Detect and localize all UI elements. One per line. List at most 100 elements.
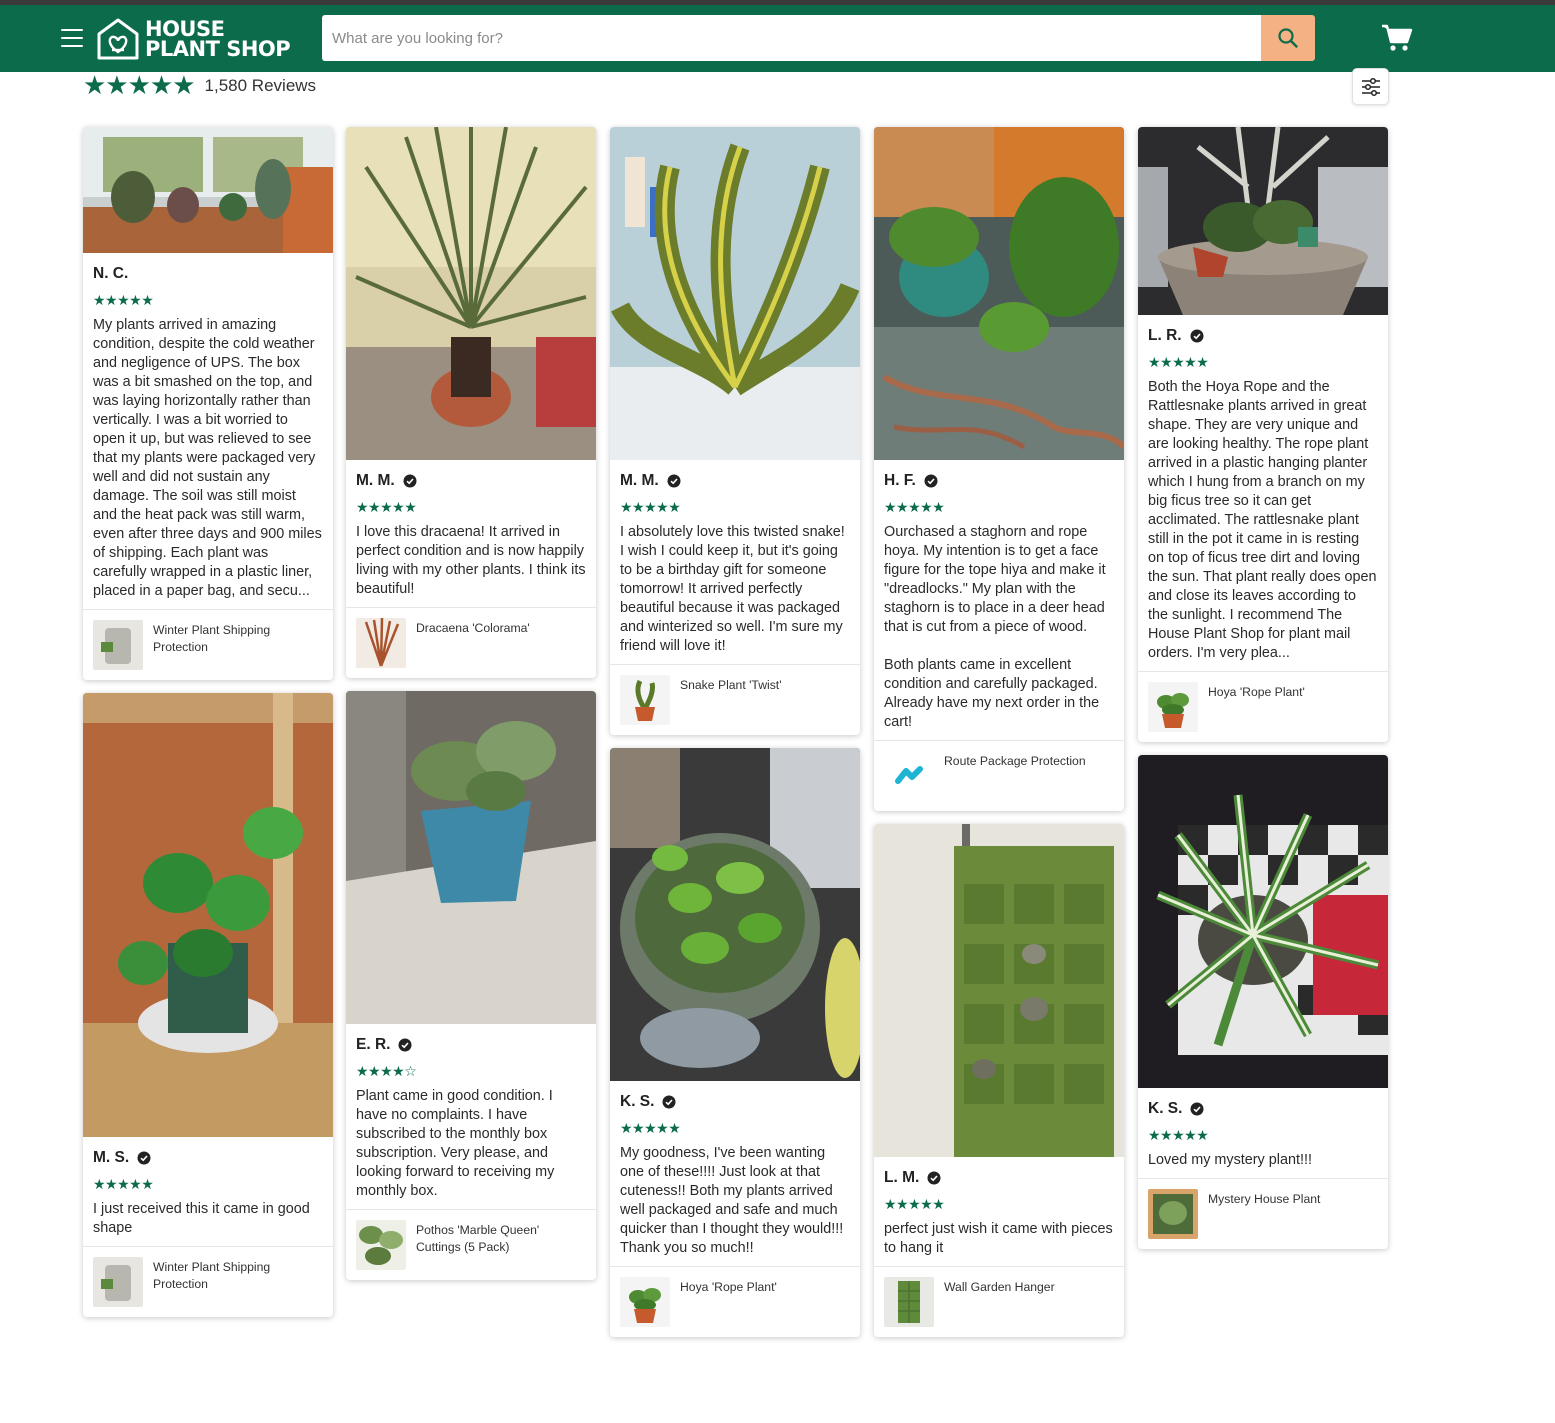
review-text: perfect just wish it came with pieces to… [884, 1221, 1113, 1256]
review-photo[interactable] [874, 824, 1124, 1157]
reviewer-name: K. S. [620, 1091, 850, 1113]
reviews-summary: ★★★★★ 1,580 Reviews [83, 73, 316, 99]
reviewed-product-link[interactable]: Winter Plant Shipping Protection [83, 1246, 333, 1317]
review-text: My plants arrived in amazing condition, … [93, 317, 322, 599]
product-name: Route Package Protection [944, 754, 1086, 768]
review-card: H. F. ★★★★★ Ourchased a staghorn and rop… [874, 127, 1124, 811]
review-photo[interactable] [1138, 127, 1388, 315]
review-card: K. S. ★★★★★ Loved my mystery plant!!! My… [1138, 755, 1388, 1249]
product-thumbnail [356, 618, 406, 668]
product-name: Hoya 'Rope Plant' [1208, 685, 1305, 699]
verified-icon [1190, 329, 1204, 343]
product-name: Snake Plant 'Twist' [680, 678, 782, 692]
review-text: Both the Hoya Rope and the Rattlesnake p… [1148, 379, 1377, 661]
verified-icon [927, 1171, 941, 1185]
site-logo[interactable]: HOUSE PLANT SHOP [95, 14, 291, 64]
route-logo-icon [884, 751, 934, 801]
reviewed-product-link[interactable]: Mystery House Plant [1138, 1178, 1388, 1249]
review-text: Ourchased a staghorn and rope hoya. My i… [884, 524, 1106, 730]
review-card: M. S. ★★★★★ I just received this it came… [83, 693, 333, 1317]
review-photo[interactable] [83, 127, 333, 253]
product-name: Winter Plant Shipping Protection [153, 623, 271, 654]
product-thumbnail [620, 1277, 670, 1327]
product-name: Wall Garden Hanger [944, 1280, 1055, 1294]
reviewed-product-link[interactable]: Dracaena 'Colorama' [346, 607, 596, 678]
site-header: HOUSE PLANT SHOP [0, 5, 1555, 72]
menu-icon[interactable] [61, 29, 83, 47]
search-icon [1278, 28, 1298, 48]
filter-button[interactable] [1352, 68, 1389, 105]
search-input[interactable] [322, 15, 1261, 61]
review-card: M. M. ★★★★★ I love this dracaena! It arr… [346, 127, 596, 678]
verified-icon [398, 1038, 412, 1052]
product-thumbnail [93, 620, 143, 670]
review-card: N. C. ★★★★★ My plants arrived in amazing… [83, 127, 333, 680]
reviewed-product-link[interactable]: Hoya 'Rope Plant' [610, 1266, 860, 1337]
reviewer-name: M. M. [620, 470, 850, 492]
review-stars: ★★★★★ [1148, 355, 1209, 371]
review-count: 1,580 Reviews [204, 76, 317, 95]
product-name: Pothos 'Marble Queen' Cuttings (5 Pack) [416, 1223, 540, 1254]
review-text: Loved my mystery plant!!! [1148, 1152, 1312, 1168]
logo-line-2: PLANT SHOP [145, 37, 291, 61]
review-stars: ★★★★★ [620, 1121, 681, 1137]
review-card: E. R. ★★★★☆ Plant came in good condition… [346, 691, 596, 1280]
reviews-column-2: M. M. ★★★★★ I love this dracaena! It arr… [346, 127, 596, 1293]
review-stars: ★★★★★ [1148, 1128, 1209, 1144]
reviewed-product-link[interactable]: Pothos 'Marble Queen' Cuttings (5 Pack) [346, 1209, 596, 1280]
review-text: I just received this it came in good sha… [93, 1201, 310, 1236]
verified-icon [924, 474, 938, 488]
review-stars: ★★★★★ [884, 500, 945, 516]
search-bar [322, 15, 1315, 61]
review-photo[interactable] [346, 127, 596, 460]
reviewer-name: H. F. [884, 470, 1114, 492]
product-thumbnail [93, 1257, 143, 1307]
reviewed-product-link[interactable]: Winter Plant Shipping Protection [83, 609, 333, 680]
reviewed-product-link[interactable]: Route Package Protection [874, 740, 1124, 811]
review-text: My goodness, I've been wanting one of th… [620, 1145, 844, 1256]
logo-text: HOUSE PLANT SHOP [145, 17, 291, 61]
review-stars: ★★★★★ [93, 293, 154, 309]
reviewed-product-link[interactable]: Wall Garden Hanger [874, 1266, 1124, 1337]
product-thumbnail [1148, 682, 1198, 732]
reviewed-product-link[interactable]: Hoya 'Rope Plant' [1138, 671, 1388, 742]
review-text: I love this dracaena! It arrived in perf… [356, 524, 586, 597]
review-photo[interactable] [610, 748, 860, 1081]
product-name: Winter Plant Shipping Protection [153, 1260, 271, 1291]
review-photo[interactable] [1138, 755, 1388, 1088]
cart-icon[interactable] [1381, 23, 1413, 53]
product-thumbnail [884, 1277, 934, 1327]
reviewer-name: L. M. [884, 1167, 1114, 1189]
verified-icon [1190, 1102, 1204, 1116]
review-stars: ★★★★★ [93, 1177, 154, 1193]
review-card: K. S. ★★★★★ My goodness, I've been wanti… [610, 748, 860, 1337]
review-card: M. M. ★★★★★ I absolutely love this twist… [610, 127, 860, 735]
average-rating-stars: ★★★★★ [83, 71, 196, 101]
reviews-column-5: L. R. ★★★★★ Both the Hoya Rope and the R… [1138, 127, 1388, 1262]
reviews-column-4: H. F. ★★★★★ Ourchased a staghorn and rop… [874, 127, 1124, 1350]
reviewed-product-link[interactable]: Snake Plant 'Twist' [610, 664, 860, 735]
review-text: Plant came in good condition. I have no … [356, 1088, 555, 1199]
review-stars: ★★★★★ [884, 1197, 945, 1213]
logo-line-1: HOUSE [145, 17, 225, 41]
search-button[interactable] [1261, 15, 1315, 61]
reviewer-name: L. R. [1148, 325, 1378, 347]
reviewer-name: E. R. [356, 1034, 586, 1056]
review-stars: ★★★★★ [356, 500, 417, 516]
verified-icon [137, 1151, 151, 1165]
review-stars: ★★★★☆ [356, 1064, 417, 1080]
reviews-column-3: M. M. ★★★★★ I absolutely love this twist… [610, 127, 860, 1350]
product-thumbnail [356, 1220, 406, 1270]
review-photo[interactable] [83, 693, 333, 1137]
verified-icon [403, 474, 417, 488]
review-photo[interactable] [874, 127, 1124, 460]
review-text: I absolutely love this twisted snake! I … [620, 524, 845, 654]
reviewer-name: M. S. [93, 1147, 323, 1169]
review-photo[interactable] [610, 127, 860, 460]
review-photo[interactable] [346, 691, 596, 1024]
review-card: L. R. ★★★★★ Both the Hoya Rope and the R… [1138, 127, 1388, 742]
verified-icon [667, 474, 681, 488]
filter-icon [1361, 77, 1380, 96]
reviewer-name: K. S. [1148, 1098, 1378, 1120]
reviewer-name: M. M. [356, 470, 586, 492]
